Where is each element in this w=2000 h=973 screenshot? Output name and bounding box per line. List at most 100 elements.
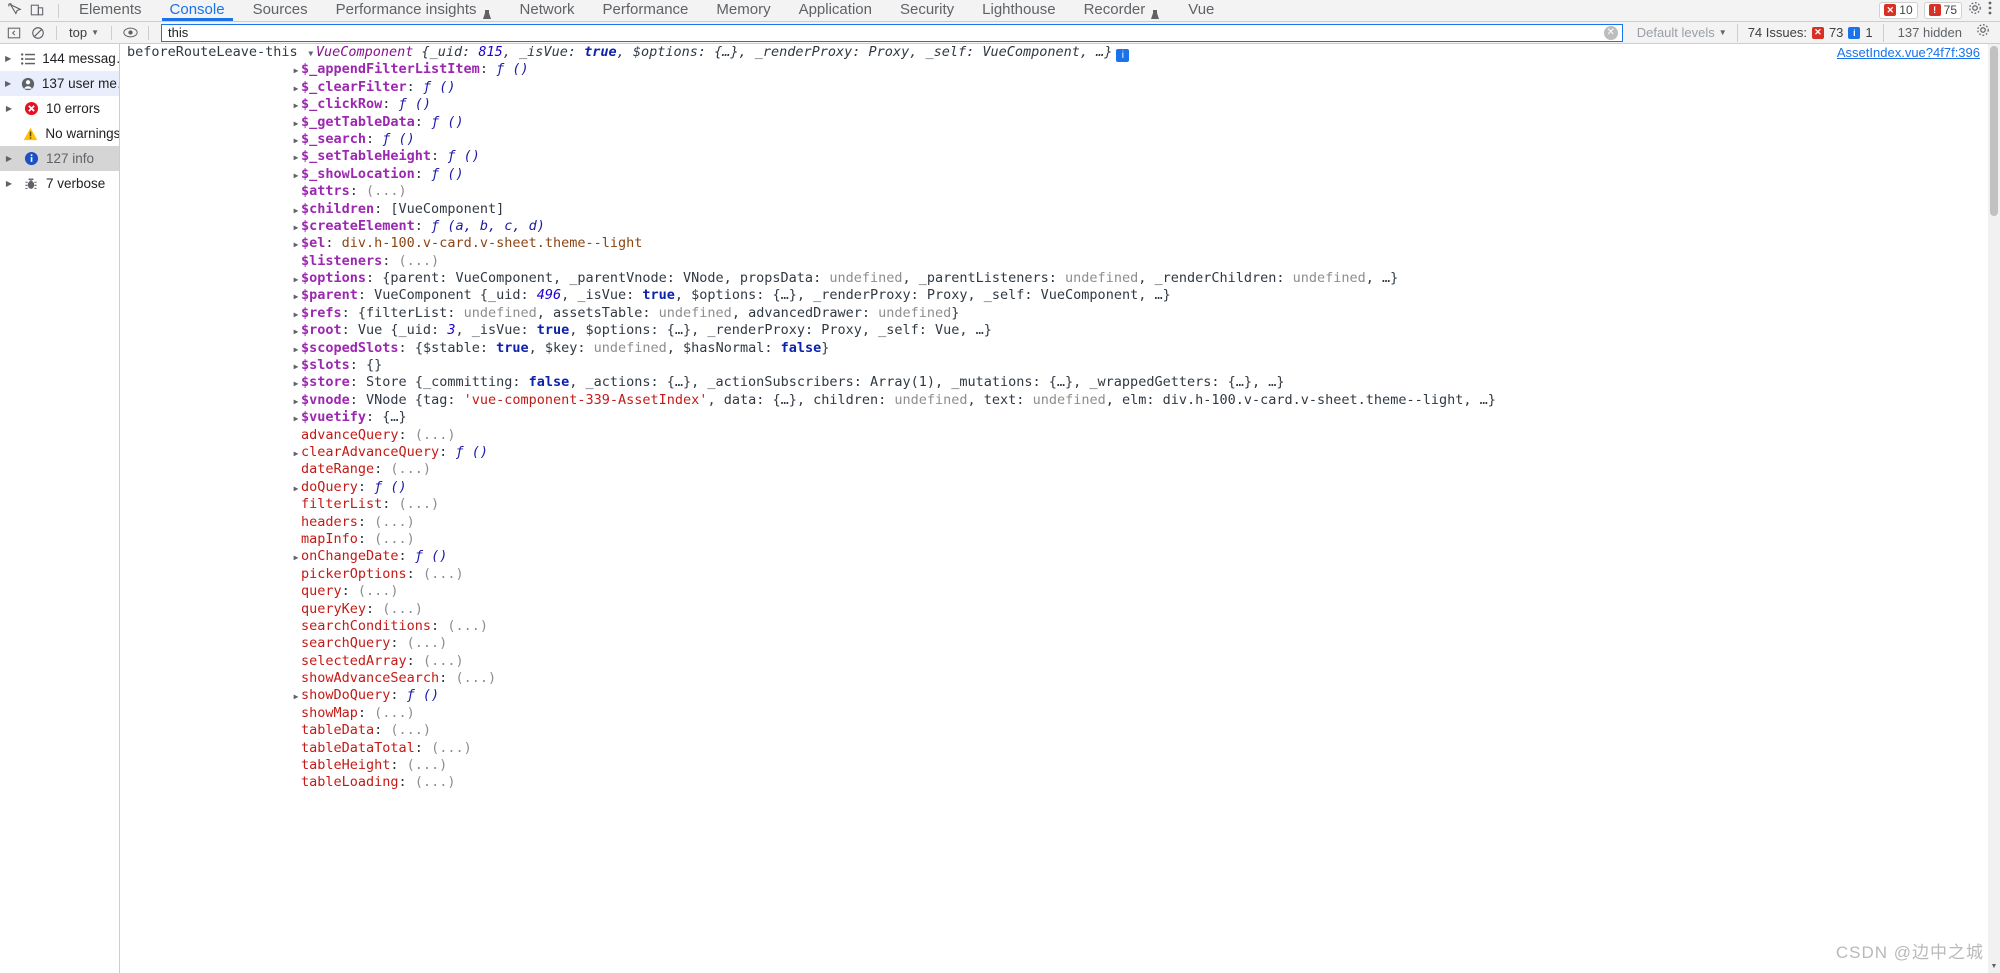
gear-icon[interactable] <box>1976 23 1996 42</box>
tab-performance-insights[interactable]: Performance insights <box>322 0 506 21</box>
tab-security[interactable]: Security <box>886 0 968 21</box>
sidebar-item-info[interactable]: ▶ 127 info <box>0 146 119 171</box>
scroll-down-icon[interactable]: ▼ <box>1988 961 2000 973</box>
object-property-row[interactable]: ▶ clearAdvanceQuery: ƒ () <box>121 444 1988 461</box>
chevron-right-icon[interactable]: ▶ <box>2 154 16 163</box>
tab-application[interactable]: Application <box>785 0 886 21</box>
object-property-row[interactable]: ▶tableLoading: (...) <box>121 774 1988 791</box>
object-property-row[interactable]: ▶ $vuetify: {…} <box>121 409 1988 426</box>
object-property-row[interactable]: ▶ onChangeDate: ƒ () <box>121 548 1988 565</box>
object-property-row[interactable]: ▶headers: (...) <box>121 514 1988 531</box>
tab-vue[interactable]: Vue <box>1174 0 1228 21</box>
object-property-row[interactable]: ▶ $children: [VueComponent] <box>121 201 1988 218</box>
info-badge-icon[interactable]: i <box>1116 49 1130 62</box>
tab-elements[interactable]: Elements <box>65 0 156 21</box>
issues-summary[interactable]: 74 Issues: ✕ 73 i 1 <box>1736 23 1884 42</box>
expand-triangle-icon[interactable]: ▶ <box>291 80 301 97</box>
object-property-row[interactable]: ▶$attrs: (...) <box>121 183 1988 200</box>
warning-count-badge[interactable]: ! 75 <box>1923 1 1962 19</box>
expand-triangle-icon[interactable]: ▶ <box>291 132 301 149</box>
object-property-row[interactable]: ▶ $scopedSlots: {$stable: true, $key: und… <box>121 340 1988 357</box>
object-property-row[interactable]: ▶showMap: (...) <box>121 705 1988 722</box>
expand-triangle-icon[interactable]: ▶ <box>291 115 301 132</box>
scrollbar-thumb[interactable] <box>1990 46 1998 216</box>
object-property-row[interactable]: ▶searchConditions: (...) <box>121 618 1988 635</box>
object-property-row[interactable]: ▶ $vnode: VNode {tag: 'vue-component-339-… <box>121 392 1988 409</box>
object-property-row[interactable]: ▶ $_showLocation: ƒ () <box>121 166 1988 183</box>
device-toolbar-icon[interactable] <box>26 0 48 21</box>
object-property-row[interactable]: ▶$listeners: (...) <box>121 253 1988 270</box>
error-count-badge[interactable]: ✕ 10 <box>1879 1 1918 19</box>
source-link[interactable]: AssetIndex.vue?4f7f:396 <box>1837 44 1980 61</box>
object-property-row[interactable]: ▶ $_clearFilter: ƒ () <box>121 79 1988 96</box>
expand-triangle-icon[interactable]: ▶ <box>291 375 301 392</box>
object-property-row[interactable]: ▶advanceQuery: (...) <box>121 427 1988 444</box>
object-property-row[interactable]: ▶ $_getTableData: ƒ () <box>121 114 1988 131</box>
object-property-row[interactable]: ▶ $_setTableHeight: ƒ () <box>121 148 1988 165</box>
expand-triangle-icon[interactable]: ▶ <box>291 393 301 410</box>
console-sidebar-toggle-icon[interactable] <box>4 24 24 42</box>
expand-triangle-icon[interactable]: ▶ <box>291 288 301 305</box>
console-output[interactable]: beforeRouteLeave-this ▼ VueComponent {_ui… <box>121 44 1988 973</box>
expand-triangle-icon[interactable]: ▶ <box>291 202 301 219</box>
more-options-icon[interactable] <box>1988 1 1992 20</box>
expand-triangle-icon[interactable]: ▶ <box>291 271 301 288</box>
expand-triangle-icon[interactable]: ▶ <box>291 410 301 427</box>
sidebar-item-warnings[interactable]: No warnings <box>0 121 119 146</box>
object-property-row[interactable]: ▶ $refs: {filterList: undefined, assetsTa… <box>121 305 1988 322</box>
expand-triangle-icon[interactable]: ▶ <box>291 358 301 375</box>
clear-console-icon[interactable] <box>28 24 48 42</box>
object-property-row[interactable]: ▶ $options: {parent: VueComponent, _paren… <box>121 270 1988 287</box>
expand-triangle-icon[interactable]: ▼ <box>306 45 316 62</box>
tab-recorder[interactable]: Recorder <box>1070 0 1175 21</box>
chevron-right-icon[interactable]: ▶ <box>2 79 14 88</box>
object-property-row[interactable]: ▶pickerOptions: (...) <box>121 566 1988 583</box>
object-property-row[interactable]: ▶showAdvanceSearch: (...) <box>121 670 1988 687</box>
sidebar-item-verbose[interactable]: ▶ 7 verbose <box>0 171 119 196</box>
execution-context-selector[interactable]: top ▼ <box>65 25 103 40</box>
object-property-row[interactable]: ▶ $el: div.h-100.v-card.v-sheet.theme--li… <box>121 235 1988 252</box>
expand-triangle-icon[interactable]: ▶ <box>291 306 301 323</box>
chevron-right-icon[interactable]: ▶ <box>2 104 16 113</box>
expand-triangle-icon[interactable]: ▶ <box>291 549 301 566</box>
live-expression-icon[interactable] <box>120 24 140 42</box>
object-property-row[interactable]: ▶ $createElement: ƒ (a, b, c, d) <box>121 218 1988 235</box>
expand-triangle-icon[interactable]: ▶ <box>291 480 301 497</box>
sidebar-item-errors[interactable]: ▶ 10 errors <box>0 96 119 121</box>
object-property-row[interactable]: ▶tableData: (...) <box>121 722 1988 739</box>
filter-input[interactable] <box>161 23 1623 42</box>
clear-input-icon[interactable]: ✕ <box>1603 25 1618 40</box>
object-property-row[interactable]: ▶ $parent: VueComponent {_uid: 496, _isVu… <box>121 287 1988 304</box>
object-property-row[interactable]: ▶filterList: (...) <box>121 496 1988 513</box>
object-property-row[interactable]: ▶tableDataTotal: (...) <box>121 740 1988 757</box>
tab-console[interactable]: Console <box>156 0 239 21</box>
sidebar-item-messages[interactable]: ▶ 144 messag… <box>0 46 119 71</box>
expand-triangle-icon[interactable]: ▶ <box>291 323 301 340</box>
object-property-row[interactable]: ▶ $store: Store {_committing: false, _act… <box>121 374 1988 391</box>
object-property-row[interactable]: ▶queryKey: (...) <box>121 601 1988 618</box>
chevron-right-icon[interactable]: ▶ <box>2 54 14 63</box>
object-property-row[interactable]: ▶ $_appendFilterListItem: ƒ () <box>121 61 1988 78</box>
tab-lighthouse[interactable]: Lighthouse <box>968 0 1069 21</box>
sidebar-item-user-messages[interactable]: ▶ 137 user me… <box>0 71 119 96</box>
object-property-row[interactable]: ▶query: (...) <box>121 583 1988 600</box>
expand-triangle-icon[interactable]: ▶ <box>291 341 301 358</box>
object-property-row[interactable]: ▶ doQuery: ƒ () <box>121 479 1988 496</box>
object-property-row[interactable]: ▶ $_search: ƒ () <box>121 131 1988 148</box>
gear-icon[interactable] <box>1968 1 1982 20</box>
chevron-right-icon[interactable]: ▶ <box>2 179 16 188</box>
expand-triangle-icon[interactable]: ▶ <box>291 167 301 184</box>
expand-triangle-icon[interactable]: ▶ <box>291 688 301 705</box>
tab-network[interactable]: Network <box>506 0 589 21</box>
tab-sources[interactable]: Sources <box>239 0 322 21</box>
tab-memory[interactable]: Memory <box>702 0 784 21</box>
expand-triangle-icon[interactable]: ▶ <box>291 236 301 253</box>
object-property-row[interactable]: ▶mapInfo: (...) <box>121 531 1988 548</box>
object-property-row[interactable]: ▶ showDoQuery: ƒ () <box>121 687 1988 704</box>
inspect-element-icon[interactable] <box>4 0 26 21</box>
object-property-row[interactable]: ▶ $slots: {} <box>121 357 1988 374</box>
log-level-selector[interactable]: Default levels ▼ <box>1631 25 1733 40</box>
tab-performance[interactable]: Performance <box>589 0 703 21</box>
expand-triangle-icon[interactable]: ▶ <box>291 149 301 166</box>
object-property-row[interactable]: ▶tableHeight: (...) <box>121 757 1988 774</box>
